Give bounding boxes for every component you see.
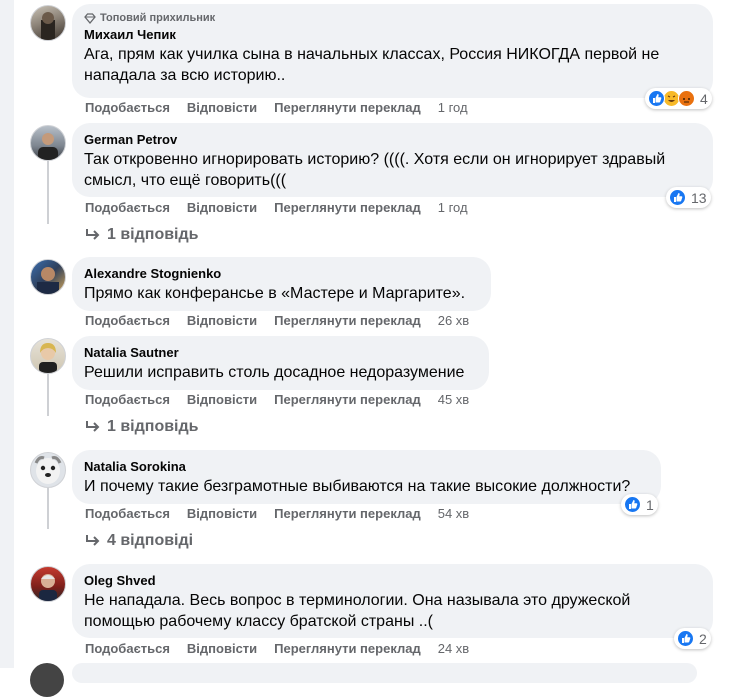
top-fan-badge: Топовий прихильник (84, 12, 701, 24)
reaction-count: 2 (699, 630, 707, 647)
like-link[interactable]: Подобається (85, 100, 170, 115)
translate-link[interactable]: Переглянути переклад (274, 392, 421, 407)
badge-label: Топовий прихильник (100, 12, 216, 24)
replies-count[interactable]: 4 відповіді (107, 532, 193, 550)
reply-arrow-icon (86, 535, 100, 546)
like-link[interactable]: Подобається (85, 506, 170, 521)
comment-bubble: Oleg Shved Не нападала. Весь вопрос в те… (72, 564, 713, 638)
replies-count[interactable]: 1 відповідь (107, 226, 199, 244)
diamond-icon (84, 12, 96, 24)
comment-time[interactable]: 26 хв (438, 313, 469, 328)
comment-text: Прямо как конферансье в «Мастере и Марга… (84, 285, 466, 302)
reaction-count: 1 (646, 496, 654, 513)
comment-time[interactable]: 54 хв (438, 506, 469, 521)
like-link[interactable]: Подобається (85, 392, 170, 407)
angry-reaction-icon (678, 90, 695, 107)
comment-bubble: Топовий прихильник Михаил Чепик Ага, пря… (72, 4, 713, 98)
comment-text: Не нападала. Весь вопрос в терминологии.… (84, 592, 631, 630)
comment-text: Так откровенно игнорировать историю? (((… (84, 151, 666, 189)
comment-time[interactable]: 45 хв (438, 392, 469, 407)
comment-bubble: German Petrov Так откровенно игнорироват… (72, 123, 713, 197)
comment-actions: Подобається Відповісти Переглянути перек… (85, 100, 468, 115)
avatar[interactable] (30, 125, 66, 161)
reply-link[interactable]: Відповісти (187, 641, 257, 656)
reaction-count: 13 (691, 189, 707, 206)
like-reaction-icon (669, 189, 686, 206)
comment-author[interactable]: Natalia Sautner (84, 344, 477, 362)
reply-link[interactable]: Відповісти (187, 506, 257, 521)
view-replies-link[interactable]: 1 відповідь (85, 226, 199, 244)
like-reaction-icon (624, 496, 641, 513)
comment-text: Ага, прям как училка сына в начальных кл… (84, 46, 660, 84)
reply-arrow-icon (86, 229, 100, 240)
reply-link[interactable]: Відповісти (187, 200, 257, 215)
translate-link[interactable]: Переглянути переклад (274, 200, 421, 215)
reactions-summary[interactable]: 1 (621, 494, 658, 515)
reply-link[interactable]: Відповісти (187, 392, 257, 407)
translate-link[interactable]: Переглянути переклад (274, 506, 421, 521)
comment-actions: Подобається Відповісти Переглянути перек… (85, 313, 469, 328)
thread-line (47, 487, 49, 529)
comment-time[interactable]: 24 хв (438, 641, 469, 656)
comment-time[interactable]: 1 год (438, 200, 468, 215)
like-reaction-icon (677, 630, 694, 647)
avatar[interactable] (30, 259, 66, 295)
like-link[interactable]: Подобається (85, 641, 170, 656)
comment-bubble: Natalia Sautner Решили исправить столь д… (72, 336, 489, 390)
comment-actions: Подобається Відповісти Переглянути перек… (85, 392, 469, 407)
comment-author[interactable]: Михаил Чепик (84, 26, 701, 44)
comment-author[interactable]: Alexandre Stognienko (84, 265, 479, 283)
reply-arrow-icon (86, 421, 100, 432)
comment-text: И почему такие безграмотные выбиваются н… (84, 478, 631, 495)
comment-time[interactable]: 1 год (438, 100, 468, 115)
reply-link[interactable]: Відповісти (187, 100, 257, 115)
reply-link[interactable]: Відповісти (187, 313, 257, 328)
like-link[interactable]: Подобається (85, 313, 170, 328)
comment-actions: Подобається Відповісти Переглянути перек… (85, 200, 468, 215)
comment-actions: Подобається Відповісти Переглянути перек… (85, 506, 469, 521)
translate-link[interactable]: Переглянути переклад (274, 313, 421, 328)
like-link[interactable]: Подобається (85, 200, 170, 215)
next-comment-bubble (72, 663, 697, 683)
reaction-count: 4 (700, 90, 708, 107)
view-replies-link[interactable]: 1 відповідь (85, 418, 199, 436)
thread-line (47, 160, 49, 224)
left-page-edge (0, 0, 14, 668)
comment-actions: Подобається Відповісти Переглянути перек… (85, 641, 469, 656)
comment-bubble: Alexandre Stognienko Прямо как конферанс… (72, 257, 491, 311)
comment-text: Решили исправить столь досадное недоразу… (84, 364, 465, 381)
comment-author[interactable]: German Petrov (84, 131, 701, 149)
translate-link[interactable]: Переглянути переклад (274, 641, 421, 656)
reactions-summary[interactable]: 4 (645, 88, 712, 109)
avatar[interactable] (30, 338, 66, 374)
comment-author[interactable]: Natalia Sorokina (84, 458, 649, 476)
view-replies-link[interactable]: 4 відповіді (85, 532, 193, 550)
reactions-summary[interactable]: 2 (674, 628, 711, 649)
comment-author[interactable]: Oleg Shved (84, 572, 701, 590)
avatar[interactable] (30, 566, 66, 602)
like-reaction-icon (648, 90, 665, 107)
translate-link[interactable]: Переглянути переклад (274, 100, 421, 115)
comment-bubble: Natalia Sorokina И почему такие безграмо… (72, 450, 661, 504)
thread-line (47, 371, 49, 416)
avatar[interactable] (30, 5, 66, 41)
reactions-summary[interactable]: 13 (666, 187, 711, 208)
avatar[interactable] (30, 452, 66, 488)
replies-count[interactable]: 1 відповідь (107, 418, 199, 436)
next-comment-avatar[interactable] (30, 663, 64, 697)
